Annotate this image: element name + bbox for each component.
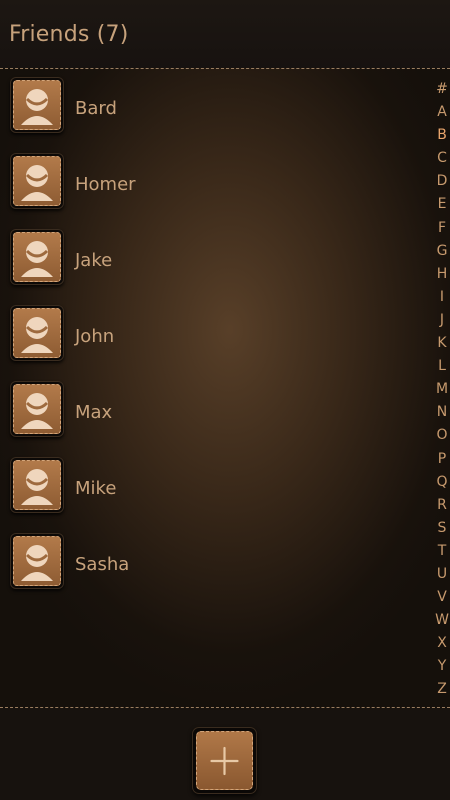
index-letter[interactable]: R [434,494,450,517]
index-letter[interactable]: X [434,632,450,655]
contact-row[interactable]: Sasha [0,526,420,602]
contact-name: Jake [75,250,113,271]
index-letter[interactable]: D [434,170,450,193]
contact-row[interactable]: John [0,298,420,374]
index-letter[interactable]: L [434,355,450,378]
page-title: Friends (7) [9,22,129,47]
contact-name: Homer [75,174,136,195]
person-icon [10,381,64,437]
index-letter[interactable]: T [434,540,450,563]
contact-row[interactable]: Homer [0,146,420,222]
index-letter[interactable]: M [434,378,450,401]
index-letter[interactable]: S [434,517,450,540]
contact-row[interactable]: Jake [0,222,420,298]
contact-name: John [75,326,115,347]
add-contact-button[interactable] [192,727,257,794]
index-letter[interactable]: G [434,240,450,263]
contact-name: Bard [75,98,117,119]
person-icon [10,77,64,133]
contact-list: Bard Homer Jake John Max Mike Sasha [0,70,420,602]
index-letter[interactable]: J [434,309,450,332]
index-letter[interactable]: W [434,609,450,632]
index-letter[interactable]: I [434,286,450,309]
index-letter[interactable]: N [434,401,450,424]
index-letter[interactable]: H [434,263,450,286]
index-letter[interactable]: E [434,193,450,216]
person-icon [10,153,64,209]
index-letter[interactable]: U [434,563,450,586]
contacts-screen: Friends (7) Bard Homer Jake John Max Mik… [0,0,450,800]
index-letter[interactable]: Z [434,678,450,701]
index-letter[interactable]: K [434,332,450,355]
alphabet-index[interactable]: # A B C D E F G H I J K L M N O P Q R S T U V W X Y Z [434,78,450,702]
plus-icon [210,746,239,776]
person-icon [10,457,64,513]
index-letter[interactable]: A [434,101,450,124]
top-divider [0,68,450,69]
index-letter[interactable]: C [434,147,450,170]
contact-name: Mike [75,478,117,499]
index-letter[interactable]: # [434,78,450,101]
person-icon [10,305,64,361]
index-letter[interactable]: B [434,124,450,147]
index-letter[interactable]: O [434,424,450,447]
person-icon [10,229,64,285]
index-letter[interactable]: P [434,448,450,471]
contact-name: Sasha [75,554,130,575]
index-letter[interactable]: F [434,217,450,240]
contact-row[interactable]: Max [0,374,420,450]
contact-row[interactable]: Bard [0,70,420,146]
index-letter[interactable]: Q [434,471,450,494]
contact-name: Max [75,402,113,423]
header-bar: Friends (7) [0,0,450,68]
index-letter[interactable]: Y [434,655,450,678]
contact-row[interactable]: Mike [0,450,420,526]
index-letter[interactable]: V [434,586,450,609]
person-icon [10,533,64,589]
